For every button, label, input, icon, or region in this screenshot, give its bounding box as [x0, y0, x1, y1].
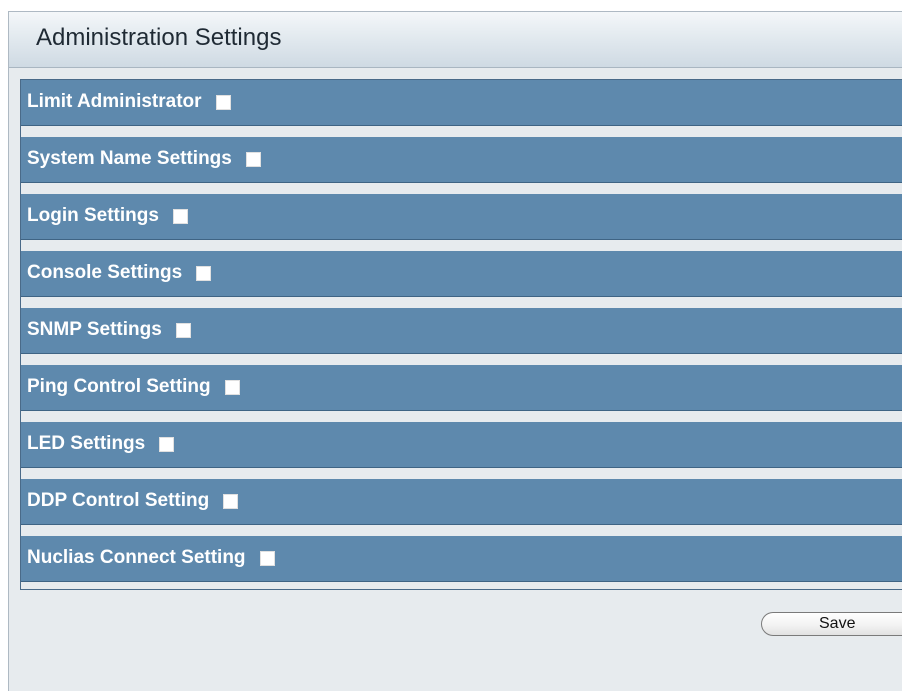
setting-row-nuclias-connect-setting[interactable]: Nuclias Connect Setting: [21, 536, 902, 582]
snmp-settings-checkbox[interactable]: [175, 322, 191, 338]
nuclias-connect-setting-checkbox[interactable]: [259, 550, 275, 566]
led-settings-checkbox[interactable]: [159, 436, 175, 452]
console-settings-checkbox[interactable]: [196, 265, 212, 281]
setting-label-console-settings: Console Settings: [27, 262, 183, 283]
setting-label-ping-control-setting: Ping Control Setting: [27, 376, 211, 397]
setting-label-login-settings: Login Settings: [27, 205, 159, 226]
login-settings-checkbox[interactable]: [172, 208, 188, 224]
settings-list: Limit Administrator System Name Settings…: [20, 79, 902, 590]
setting-row-system-name-settings[interactable]: System Name Settings: [21, 137, 902, 183]
save-button[interactable]: Save: [761, 612, 902, 636]
setting-row-ping-control-setting[interactable]: Ping Control Setting: [21, 365, 902, 411]
setting-row-login-settings[interactable]: Login Settings: [21, 194, 902, 240]
setting-label-limit-administrator: Limit Administrator: [27, 91, 202, 112]
setting-row-limit-administrator[interactable]: Limit Administrator: [21, 80, 902, 126]
setting-label-system-name-settings: System Name Settings: [27, 148, 232, 169]
setting-row-led-settings[interactable]: LED Settings: [21, 422, 902, 468]
setting-label-snmp-settings: SNMP Settings: [27, 319, 162, 340]
setting-row-console-settings[interactable]: Console Settings: [21, 251, 902, 297]
limit-administrator-checkbox[interactable]: [215, 94, 231, 110]
ddp-control-setting-checkbox[interactable]: [223, 493, 239, 509]
ping-control-setting-checkbox[interactable]: [224, 379, 240, 395]
setting-label-nuclias-connect-setting: Nuclias Connect Setting: [27, 547, 246, 568]
administration-settings-panel: Administration Settings Limit Administra…: [8, 11, 902, 691]
setting-label-ddp-control-setting: DDP Control Setting: [27, 490, 210, 511]
setting-row-snmp-settings[interactable]: SNMP Settings: [21, 308, 902, 354]
setting-label-led-settings: LED Settings: [27, 433, 146, 454]
setting-row-ddp-control-setting[interactable]: DDP Control Setting: [21, 479, 902, 525]
panel-header: Administration Settings: [9, 12, 902, 68]
page-title: Administration Settings: [36, 24, 282, 51]
system-name-settings-checkbox[interactable]: [245, 151, 261, 167]
